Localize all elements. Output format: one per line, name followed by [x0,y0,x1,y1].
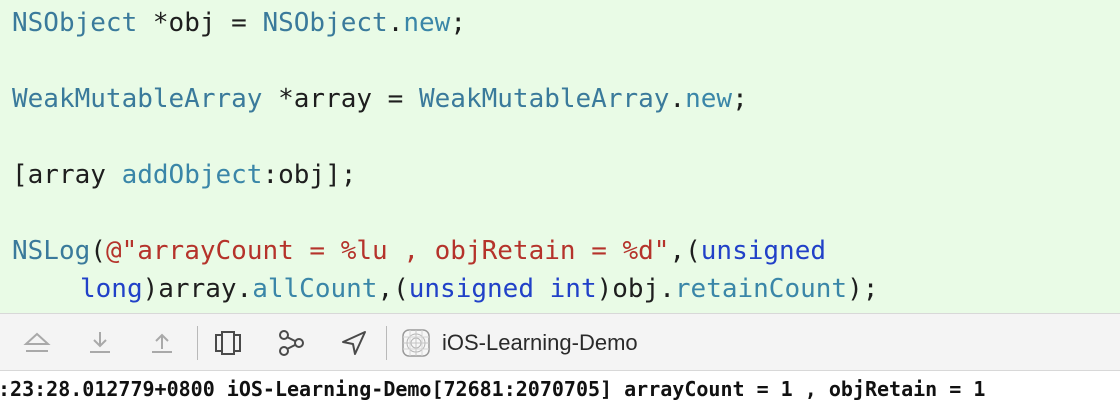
code-line-4: NSLog(@"arrayCount = %lu , objRetain = %… [12,234,826,268]
view-hierarchy-icon[interactable] [213,328,243,358]
code-token: ,( [669,236,701,266]
code-line-1: NSObject *obj = NSObject.new; [12,6,466,40]
code-token: @"arrayCount = %lu , objRetain = %d" [105,236,670,266]
code-token: ); [847,274,879,304]
code-token: unsigned [408,274,534,304]
code-token: . [669,84,686,114]
target-name[interactable]: iOS-Learning-Demo [442,329,638,357]
step-over-icon[interactable] [85,328,115,358]
code-token: *array = [262,84,419,114]
code-token: retainCount [674,274,848,304]
code-token: ; [450,8,466,38]
debug-toolbar: iOS-Learning-Demo [0,313,1120,371]
code-token: [array [12,160,122,190]
code-token: )array. [142,274,253,304]
code-token: WeakMutableArray [12,84,263,114]
code-token: ; [732,84,748,114]
memory-graph-icon[interactable] [276,328,306,358]
code-token: :obj]; [262,160,357,190]
code-line-3: [array addObject:obj]; [12,158,356,192]
code-token: )obj. [596,274,675,304]
app-target-icon[interactable] [401,328,431,358]
console-log-line: :23:28.012779+0800 iOS-Learning-Demo[726… [0,377,986,401]
step-out-icon[interactable] [147,328,177,358]
code-token: allCount [252,274,378,304]
code-token: NSObject [262,8,388,38]
code-line-5: long)array.allCount,(unsigned int)obj.re… [80,272,878,306]
code-token: int [549,274,597,304]
code-token: WeakMutableArray [419,84,670,114]
code-token: NSObject [12,8,138,38]
code-editor[interactable]: NSObject *obj = NSObject.new; WeakMutabl… [0,0,1120,313]
code-token: long [80,274,143,304]
code-token: new [403,8,451,38]
code-token: unsigned [700,236,827,266]
location-icon[interactable] [339,328,369,358]
code-token: ( [90,236,106,266]
console-output[interactable]: :23:28.012779+0800 iOS-Learning-Demo[726… [0,371,1120,406]
code-token: . [387,8,404,38]
code-token: NSLog [12,236,91,266]
code-token: new [685,84,733,114]
code-token: *obj = [137,8,263,38]
toolbar-divider [197,326,198,360]
code-token: addObject [121,160,263,190]
hide-panel-icon[interactable] [22,328,52,358]
code-line-2: WeakMutableArray *array = WeakMutableArr… [12,82,748,116]
toolbar-divider [386,326,387,360]
code-token: ,( [377,274,409,304]
